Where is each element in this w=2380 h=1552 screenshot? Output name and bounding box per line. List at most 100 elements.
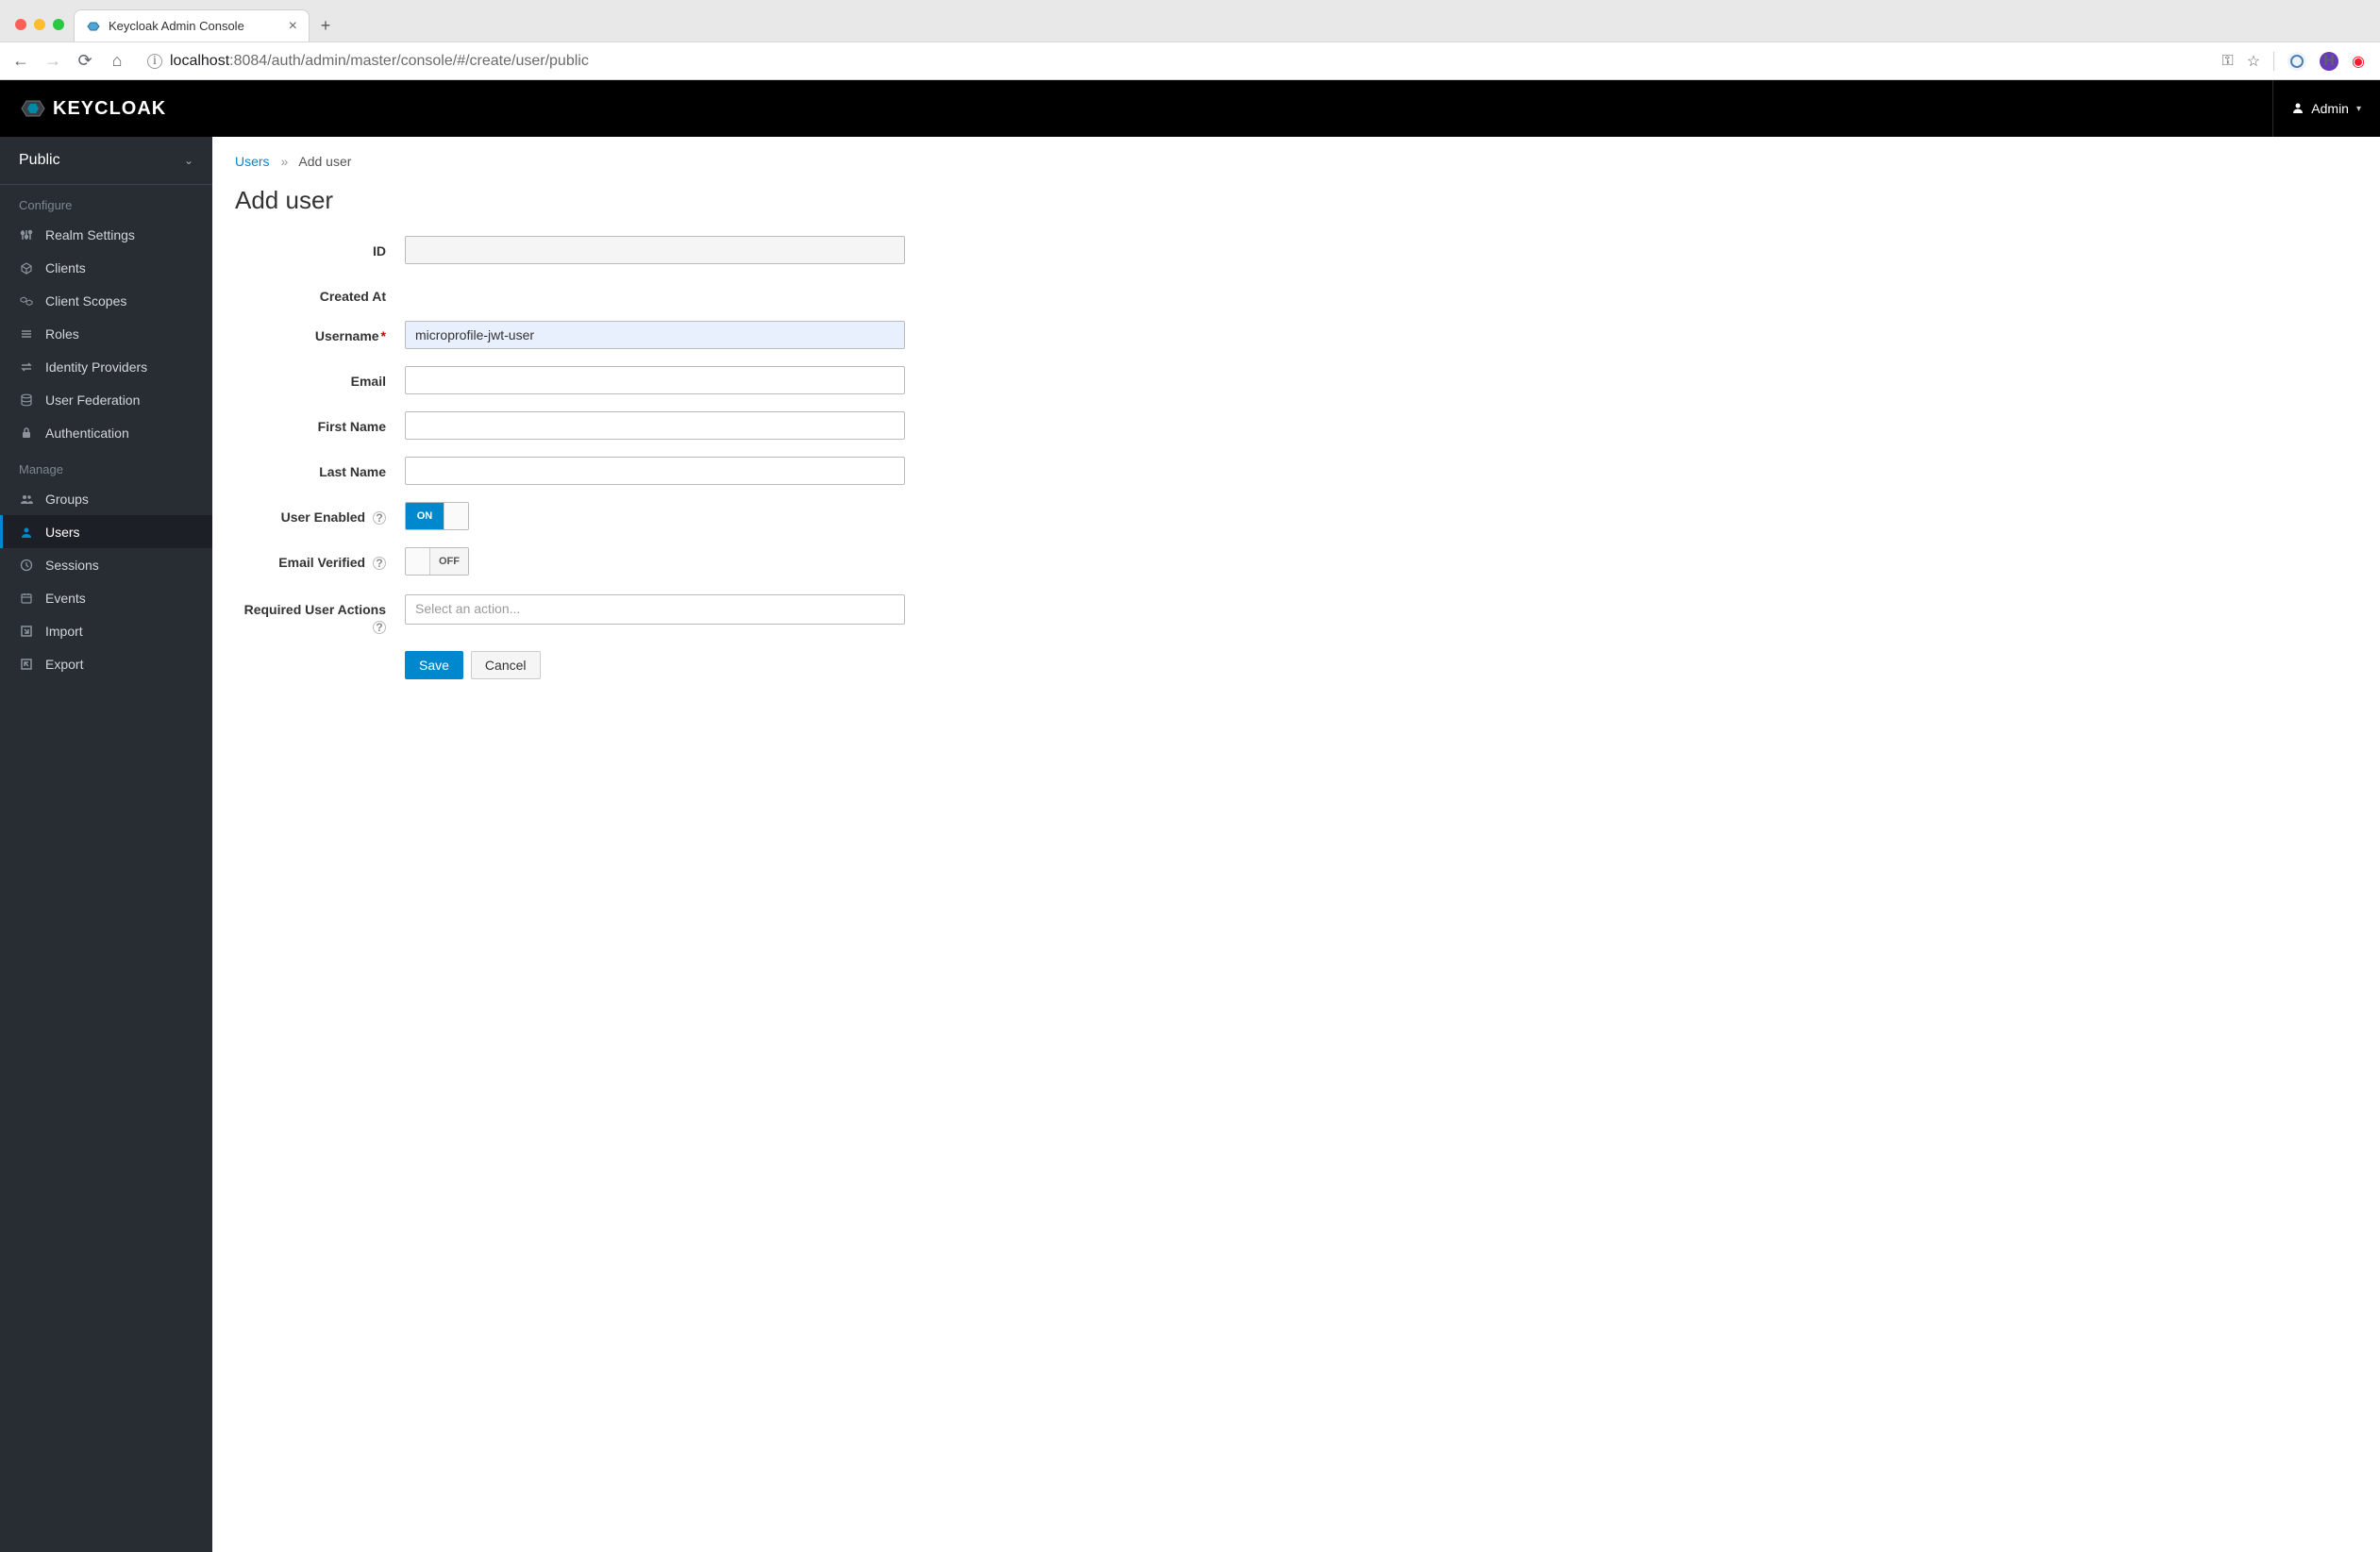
breadcrumb-parent-link[interactable]: Users — [235, 154, 270, 169]
sidebar-item-label: Roles — [45, 326, 79, 342]
label-first-name: First Name — [235, 411, 405, 434]
home-button[interactable]: ⌂ — [106, 51, 128, 71]
favicon-icon — [86, 19, 101, 34]
window-maximize-icon[interactable] — [53, 19, 64, 30]
forward-button[interactable]: → — [42, 51, 64, 71]
cancel-button[interactable]: Cancel — [471, 651, 541, 679]
list-icon — [19, 327, 34, 341]
clock-icon — [19, 559, 34, 572]
user-label: Admin — [2311, 101, 2349, 116]
toggle-off-label: OFF — [430, 548, 468, 575]
label-email-verified: Email Verified ? — [235, 547, 405, 570]
browser-address-bar: ← → ⟳ ⌂ i localhost:8084/auth/admin/mast… — [0, 42, 2380, 79]
first-name-field[interactable] — [405, 411, 905, 440]
brand-logo[interactable]: KEYCLOAK — [19, 94, 166, 123]
tab-close-icon[interactable]: × — [289, 18, 297, 35]
window-controls — [9, 19, 74, 42]
sidebar-item-label: Realm Settings — [45, 227, 135, 242]
sliders-icon — [19, 228, 34, 242]
browser-chrome: Keycloak Admin Console × + ← → ⟳ ⌂ i loc… — [0, 0, 2380, 80]
sidebar-item-label: User Federation — [45, 392, 140, 408]
sidebar-item-authentication[interactable]: Authentication — [0, 416, 212, 449]
users-icon — [19, 492, 34, 506]
breadcrumb-current: Add user — [298, 154, 351, 169]
import-icon — [19, 625, 34, 638]
lock-icon — [19, 426, 34, 440]
window-minimize-icon[interactable] — [34, 19, 45, 30]
page-title: Add user — [235, 186, 2357, 215]
label-required-actions: Required User Actions ? — [235, 594, 405, 634]
browser-tab[interactable]: Keycloak Admin Console × — [74, 9, 310, 42]
keycloak-logo-icon — [19, 94, 47, 123]
browser-tab-bar: Keycloak Admin Console × + — [0, 0, 2380, 42]
last-name-field[interactable] — [405, 457, 905, 485]
sidebar-item-events[interactable]: Events — [0, 581, 212, 614]
exchange-icon — [19, 360, 34, 374]
sidebar-item-roles[interactable]: Roles — [0, 317, 212, 350]
extension-icon[interactable] — [2288, 52, 2306, 71]
main-content: Users » Add user Add user ID Created At … — [212, 137, 2380, 1552]
browser-tab-title: Keycloak Admin Console — [109, 19, 244, 33]
sidebar: Public ⌄ Configure Realm Settings Client… — [0, 137, 212, 1552]
sidebar-section-manage: Manage — [0, 449, 212, 482]
sidebar-item-label: Groups — [45, 492, 89, 507]
sidebar-item-label: Authentication — [45, 426, 129, 441]
app-header: KEYCLOAK Admin ▾ — [0, 80, 2380, 137]
password-key-icon[interactable]: ⚿ — [2222, 53, 2234, 70]
user-menu[interactable]: Admin ▾ — [2272, 80, 2361, 137]
chevron-down-icon: ⌄ — [184, 154, 193, 167]
sidebar-item-user-federation[interactable]: User Federation — [0, 383, 212, 416]
reload-button[interactable]: ⟳ — [74, 51, 96, 71]
sidebar-item-groups[interactable]: Groups — [0, 482, 212, 515]
extension-badge-icon[interactable]: ◉ — [2352, 52, 2365, 71]
profile-avatar-icon[interactable]: H — [2320, 52, 2338, 71]
chevron-down-icon: ▾ — [2356, 104, 2361, 114]
sidebar-item-client-scopes[interactable]: Client Scopes — [0, 284, 212, 317]
sidebar-item-label: Identity Providers — [45, 359, 147, 375]
sidebar-item-export[interactable]: Export — [0, 647, 212, 680]
sidebar-item-import[interactable]: Import — [0, 614, 212, 647]
help-icon[interactable]: ? — [373, 511, 386, 525]
cube-icon — [19, 261, 34, 275]
sidebar-item-clients[interactable]: Clients — [0, 251, 212, 284]
sidebar-item-identity-providers[interactable]: Identity Providers — [0, 350, 212, 383]
toolbar-divider — [2273, 52, 2274, 71]
sidebar-item-label: Clients — [45, 260, 86, 275]
brand-name: KEYCLOAK — [53, 98, 166, 120]
sidebar-item-label: Export — [45, 657, 83, 672]
realm-selector[interactable]: Public ⌄ — [0, 137, 212, 185]
email-verified-toggle[interactable]: OFF — [405, 547, 469, 576]
toggle-handle — [444, 503, 468, 529]
username-field[interactable] — [405, 321, 905, 349]
url-field[interactable]: i localhost:8084/auth/admin/master/conso… — [138, 47, 2213, 75]
help-icon[interactable]: ? — [373, 557, 386, 570]
help-icon[interactable]: ? — [373, 621, 386, 634]
database-icon — [19, 393, 34, 407]
sidebar-item-label: Client Scopes — [45, 293, 126, 309]
realm-name: Public — [19, 152, 60, 169]
bookmark-star-icon[interactable]: ☆ — [2247, 52, 2260, 71]
export-icon — [19, 658, 34, 671]
back-button[interactable]: ← — [9, 51, 32, 71]
email-field[interactable] — [405, 366, 905, 394]
cubes-icon — [19, 294, 34, 308]
window-close-icon[interactable] — [15, 19, 26, 30]
required-actions-select[interactable]: Select an action... — [405, 594, 905, 625]
sidebar-item-sessions[interactable]: Sessions — [0, 548, 212, 581]
user-enabled-toggle[interactable]: ON — [405, 502, 469, 530]
sidebar-item-users[interactable]: Users — [0, 515, 212, 548]
save-button[interactable]: Save — [405, 651, 463, 679]
breadcrumb-separator-icon: » — [280, 154, 288, 169]
sidebar-item-label: Users — [45, 525, 80, 540]
label-last-name: Last Name — [235, 457, 405, 479]
sidebar-item-label: Sessions — [45, 558, 99, 573]
sidebar-item-realm-settings[interactable]: Realm Settings — [0, 218, 212, 251]
url-text: localhost:8084/auth/admin/master/console… — [170, 53, 589, 70]
user-icon — [2292, 101, 2304, 116]
label-user-enabled: User Enabled ? — [235, 502, 405, 525]
sidebar-item-label: Events — [45, 591, 86, 606]
label-email: Email — [235, 366, 405, 389]
site-info-icon[interactable]: i — [147, 54, 162, 69]
new-tab-button[interactable]: + — [310, 9, 342, 42]
id-field — [405, 236, 905, 264]
